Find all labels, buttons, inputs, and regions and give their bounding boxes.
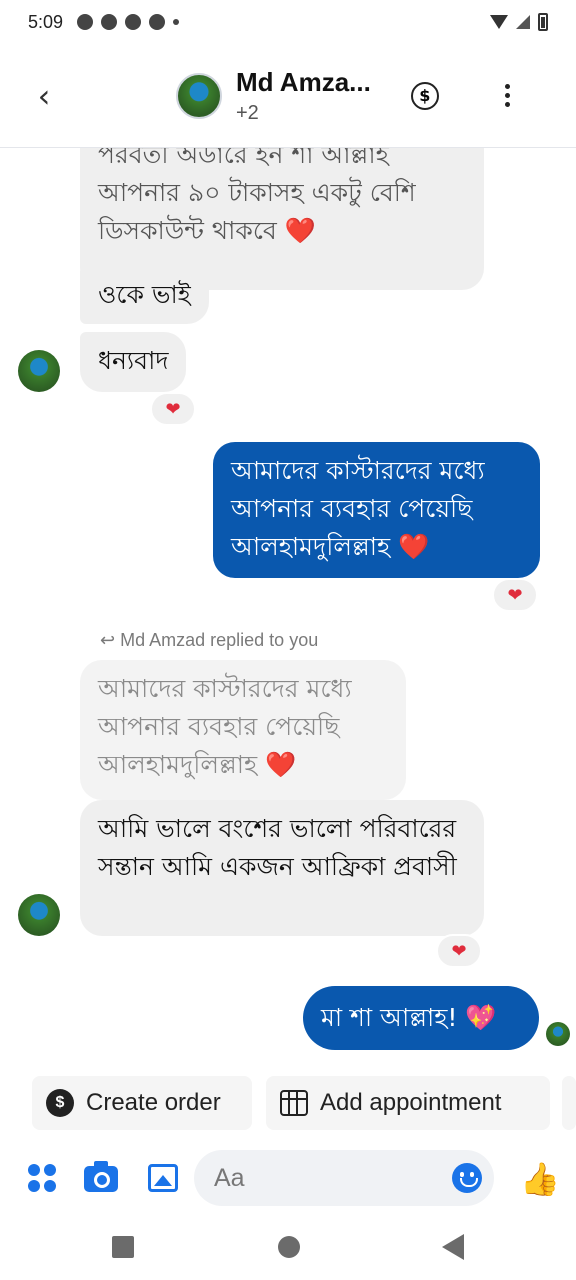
heart-icon: ❤ <box>165 398 181 420</box>
message-reaction[interactable]: ❤ <box>492 578 538 612</box>
chat-icon <box>101 14 118 30</box>
more-actions-chip[interactable] <box>562 1076 576 1130</box>
system-navigation-bar <box>0 1212 576 1280</box>
sender-avatar[interactable] <box>18 894 60 936</box>
create-order-button[interactable]: $ Create order <box>32 1076 252 1130</box>
system-icons <box>490 13 548 31</box>
status-bar: 5:09 <box>0 0 576 44</box>
quick-actions-bar: $ Create order Add appointment <box>0 1076 576 1132</box>
contact-info[interactable]: Md Amza... +2 <box>236 67 371 125</box>
reply-arrow-icon: ↩ <box>100 630 116 650</box>
incoming-message[interactable]: আমি ভালে বংশের ভালো পরিবারের সন্তান আমি … <box>80 800 484 936</box>
create-order-label: Create order <box>86 1089 221 1116</box>
back-button[interactable]: ‹ <box>14 66 74 126</box>
heart-icon: ❤ <box>451 940 467 962</box>
back-nav-button[interactable] <box>442 1234 464 1260</box>
message-list[interactable]: পরবর্তী অর্ডারে ইন শা আল্লাহ আপনার ৯০ টা… <box>0 148 576 1060</box>
emoji-icon[interactable] <box>452 1163 482 1193</box>
more-vertical-icon <box>504 84 510 89</box>
outgoing-message[interactable]: আমাদের কাস্টারদের মধ্যে আপনার ব্যবহার পে… <box>213 442 540 578</box>
seen-indicator-avatar <box>546 1022 570 1046</box>
dollar-icon: $ <box>46 1089 74 1117</box>
signal-icon <box>516 15 530 29</box>
camera-icon[interactable] <box>84 1161 118 1192</box>
recents-button[interactable] <box>112 1236 134 1258</box>
incoming-message[interactable]: ধন্যবাদ <box>80 332 187 392</box>
notification-icons <box>77 14 180 30</box>
add-appointment-button[interactable]: Add appointment <box>266 1076 550 1130</box>
calendar-icon <box>280 1090 308 1116</box>
contact-name: Md Amza... <box>236 66 371 97</box>
contact-avatar[interactable] <box>176 72 222 119</box>
message-input-placeholder: Aa <box>214 1163 245 1192</box>
chevron-left-icon: ‹ <box>37 76 51 115</box>
thumbs-up-icon[interactable]: 👍 <box>520 1160 560 1198</box>
more-notifications-icon <box>173 19 180 25</box>
reply-label: Md Amzad replied to you <box>120 630 319 650</box>
gallery-icon[interactable] <box>148 1164 178 1192</box>
home-button[interactable] <box>278 1236 300 1258</box>
sender-avatar[interactable] <box>18 350 60 392</box>
status-time: 5:09 <box>28 11 64 32</box>
reply-indicator: ↩ Md Amzad replied to you <box>100 630 318 651</box>
payment-button[interactable]: $ <box>410 81 439 110</box>
message-input[interactable]: Aa <box>194 1150 494 1206</box>
snapchat-icon <box>125 14 142 30</box>
message-composer: Aa 👍 <box>0 1146 576 1210</box>
dollar-icon: $ <box>419 86 431 105</box>
battery-icon <box>538 13 548 31</box>
quoted-message[interactable]: আমাদের কাস্টারদের মধ্যে আপনার ব্যবহার পে… <box>80 660 406 800</box>
heart-icon: ❤ <box>507 584 523 606</box>
add-appointment-label: Add appointment <box>320 1089 502 1116</box>
wifi-icon <box>490 15 508 29</box>
more-options-button[interactable] <box>504 84 510 107</box>
heart-emoji: ❤️ <box>284 216 316 245</box>
outgoing-message[interactable]: মা শা আল্লাহ! 💖 <box>303 986 539 1050</box>
incoming-message[interactable]: ওকে ভাই <box>80 266 209 324</box>
sparkling-heart-emoji: 💖 <box>465 1003 497 1032</box>
heart-emoji: ❤️ <box>398 532 430 561</box>
heart-emoji: ❤️ <box>265 750 297 779</box>
messenger-icon <box>149 14 166 30</box>
menu-grid-icon[interactable] <box>28 1164 56 1192</box>
message-reaction[interactable]: ❤ <box>150 392 196 426</box>
beeper-icon <box>77 14 94 30</box>
message-reaction[interactable]: ❤ <box>436 934 482 968</box>
participants-count: +2 <box>236 101 259 124</box>
conversation-header: ‹ Md Amza... +2 $ <box>0 44 576 148</box>
